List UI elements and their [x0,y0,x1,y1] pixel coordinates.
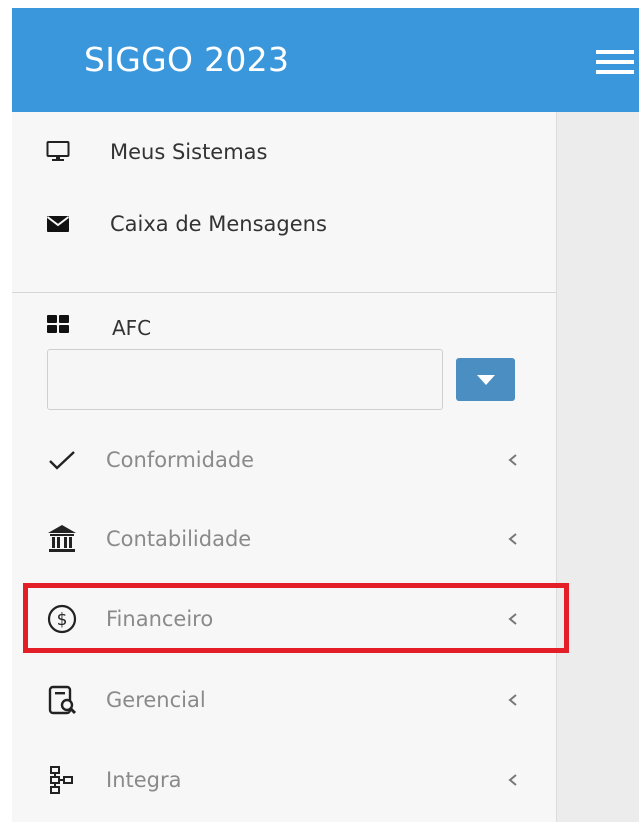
sidebar-item-label: Financeiro [106,607,214,631]
sidebar: Meus Sistemas Caixa de Mensagens AFC Con… [12,112,556,822]
sidebar-item-label: Integra [106,768,182,792]
sidebar-item-caixa-de-mensagens[interactable]: Caixa de Mensagens [12,204,556,244]
main-content-area [557,112,639,822]
section-label: AFC [112,316,152,340]
hamburger-icon [596,50,634,74]
grid-icon [47,315,69,333]
caret-down-icon [477,375,495,385]
chevron-left-icon [508,613,517,625]
sidebar-item-label: Gerencial [106,688,206,712]
envelope-icon [46,216,70,232]
sidebar-item-financeiro[interactable]: $ Financeiro [12,594,556,644]
afc-select-input[interactable] [47,349,443,410]
top-header: SIGGO 2023 [12,8,639,112]
sidebar-item-label: Conformidade [106,448,255,472]
sidebar-item-label: Meus Sistemas [110,140,268,164]
chevron-left-icon [508,533,517,545]
chevron-left-icon [508,454,517,466]
menu-toggle-button[interactable] [594,46,634,78]
chevron-left-icon [508,774,517,786]
svg-text:$: $ [57,610,68,630]
sidebar-item-contabilidade[interactable]: Contabilidade [12,514,556,564]
bank-icon [48,525,76,552]
sidebar-item-meus-sistemas[interactable]: Meus Sistemas [12,132,556,172]
afc-dropdown-button[interactable] [456,358,515,401]
sidebar-item-gerencial[interactable]: Gerencial [12,675,556,725]
sidebar-item-conformidade[interactable]: Conformidade [12,435,556,485]
chevron-left-icon [508,694,517,706]
report-search-icon [48,685,77,715]
sidebar-divider [12,292,556,293]
app-title: SIGGO 2023 [84,40,290,79]
dollar-circle-icon: $ [47,604,77,634]
app-page: SIGGO 2023 Meus Sistemas Caixa de Mensag [12,8,639,822]
sidebar-item-label: Contabilidade [106,527,252,551]
sidebar-item-integra[interactable]: Integra [12,755,556,805]
check-icon [49,451,75,470]
hierarchy-icon [50,766,73,794]
sidebar-item-label: Caixa de Mensagens [110,212,327,236]
monitor-icon [46,141,70,161]
